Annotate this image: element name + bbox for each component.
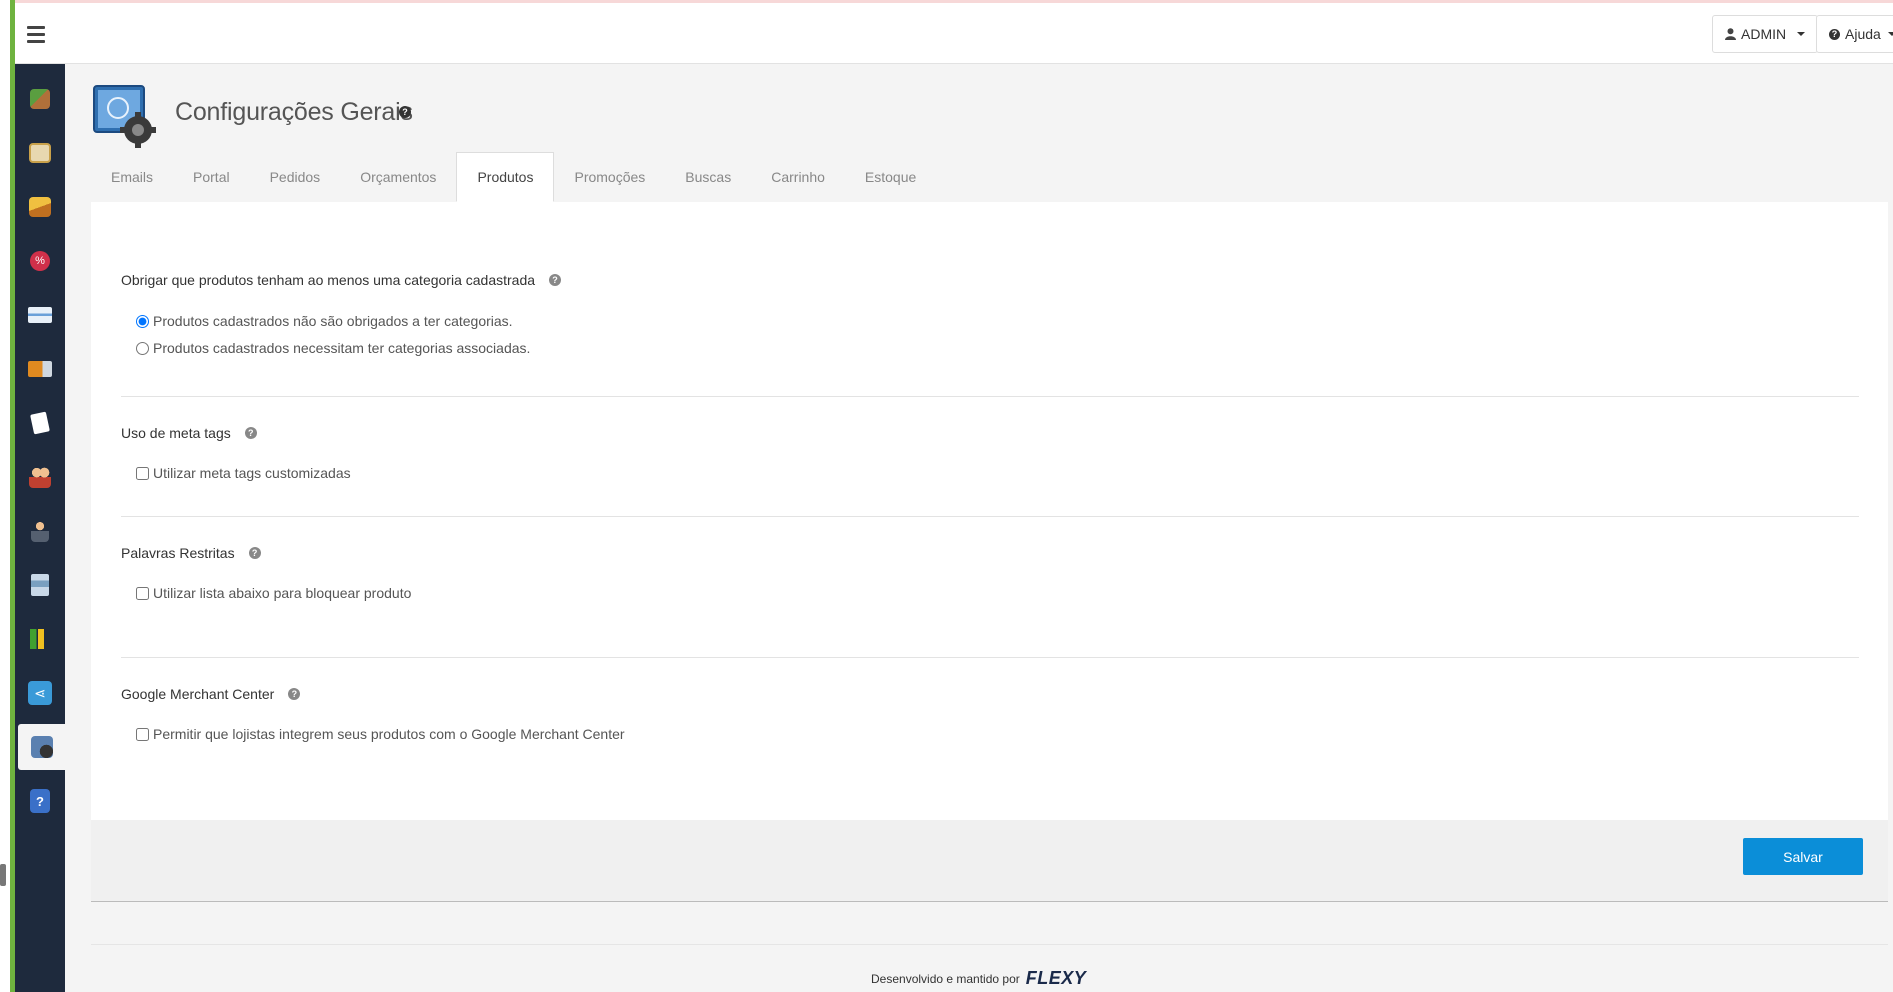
checkbox-option-meta[interactable]: Utilizar meta tags customizadas	[136, 465, 351, 481]
settings-icon	[30, 736, 53, 758]
tab-orcamentos[interactable]: Orçamentos	[340, 152, 456, 202]
top-bar: ADMIN ? Ajuda	[15, 0, 1893, 64]
section-title-merchant: Google Merchant Center ?	[121, 686, 301, 702]
radio-not-required[interactable]	[136, 314, 149, 328]
discount-icon: %	[30, 251, 50, 271]
tab-pedidos[interactable]: Pedidos	[250, 152, 341, 202]
sidebar-item-integrations[interactable]: ⋖	[15, 670, 65, 716]
sidebar-item-system[interactable]	[15, 562, 65, 608]
users-icon	[29, 466, 51, 488]
window-edge	[0, 0, 10, 992]
user-icon	[1725, 28, 1736, 40]
sidebar-item-user[interactable]	[15, 508, 65, 554]
chevron-down-icon	[1797, 32, 1806, 36]
checkbox-option-restricted[interactable]: Utilizar lista abaixo para bloquear prod…	[136, 585, 411, 601]
chart-icon	[30, 629, 50, 649]
radio-option-not-required[interactable]: Produtos cadastrados não são obrigados a…	[136, 313, 513, 329]
sidebar-item-orders[interactable]	[15, 184, 65, 230]
option-label: Produtos cadastrados necessitam ter cate…	[153, 340, 531, 356]
server-icon	[31, 574, 49, 596]
section-label: Obrigar que produtos tenham ao menos uma…	[121, 272, 536, 288]
sidebar-item-reports[interactable]	[15, 616, 65, 662]
divider	[121, 396, 1859, 397]
checkbox-restricted-words[interactable]	[136, 586, 149, 600]
tab-buscas[interactable]: Buscas	[665, 152, 751, 202]
option-label: Permitir que lojistas integrem seus prod…	[153, 726, 625, 742]
divider	[121, 657, 1859, 658]
section-label: Google Merchant Center	[121, 686, 275, 702]
hamburger-menu-button[interactable]	[27, 19, 57, 49]
tab-portal[interactable]: Portal	[173, 152, 250, 202]
option-label: Produtos cadastrados não são obrigados a…	[153, 313, 513, 329]
option-label: Utilizar meta tags customizadas	[153, 465, 351, 481]
credit-text: Desenvolvido e mantido por	[871, 971, 1020, 986]
question-icon: ?	[1829, 28, 1840, 40]
help-label: Ajuda	[1845, 26, 1881, 42]
save-button[interactable]: Salvar	[1743, 838, 1863, 875]
sidebar-item-settings[interactable]	[18, 724, 65, 770]
tab-carrinho[interactable]: Carrinho	[751, 152, 845, 202]
box-icon	[30, 89, 50, 109]
note-icon	[30, 411, 50, 435]
share-icon: ⋖	[28, 681, 52, 705]
help-dropdown[interactable]: ? Ajuda	[1816, 15, 1893, 53]
tab-produtos[interactable]: Produtos	[456, 152, 555, 202]
divider	[91, 944, 1888, 945]
sidebar-item-shipping[interactable]	[15, 346, 65, 392]
option-label: Utilizar lista abaixo para bloquear prod…	[153, 585, 412, 601]
sidebar-item-customers[interactable]	[15, 454, 65, 500]
catalog-icon	[29, 143, 51, 163]
sidebar-item-payments[interactable]	[15, 292, 65, 338]
question-icon[interactable]: ?	[399, 106, 411, 118]
question-icon[interactable]: ?	[549, 274, 562, 286]
help-book-icon: ?	[30, 789, 50, 813]
admin-user-dropdown[interactable]: ADMIN	[1712, 15, 1819, 53]
scroll-handle[interactable]	[0, 864, 6, 886]
question-icon[interactable]: ?	[248, 547, 261, 559]
sidebar-item-catalog[interactable]	[15, 130, 65, 176]
footer-credit: Desenvolvido e mantido por FLEXY	[871, 968, 1086, 989]
section-label: Uso de meta tags	[121, 425, 231, 441]
section-label: Palavras Restritas	[121, 545, 235, 561]
divider	[121, 516, 1859, 517]
page-title: Configurações Gerais	[175, 98, 413, 126]
admin-label: ADMIN	[1741, 26, 1787, 42]
sidebar-item-notes[interactable]	[15, 400, 65, 446]
sidebar: % ⋖ ?	[15, 64, 65, 992]
person-icon	[31, 520, 49, 542]
radio-option-required[interactable]: Produtos cadastrados necessitam ter cate…	[136, 340, 530, 356]
checkbox-merchant-center[interactable]	[136, 727, 149, 741]
section-title-category: Obrigar que produtos tenham ao menos uma…	[121, 272, 562, 288]
section-title-restricted: Palavras Restritas ?	[121, 545, 261, 561]
brand-logo[interactable]: FLEXY	[1026, 968, 1087, 989]
main-content: Configurações Gerais ? Emails Portal Ped…	[65, 64, 1893, 992]
settings-icon	[93, 85, 156, 148]
tab-emails[interactable]: Emails	[91, 152, 173, 202]
sidebar-item-help[interactable]: ?	[15, 778, 65, 824]
section-title-meta: Uso de meta tags ?	[121, 425, 257, 441]
card-icon	[28, 307, 52, 323]
sidebar-item-products[interactable]	[15, 76, 65, 122]
question-icon[interactable]: ?	[244, 427, 257, 439]
chevron-down-icon	[1887, 32, 1893, 36]
question-icon[interactable]: ?	[288, 688, 301, 700]
package-icon	[29, 197, 51, 217]
truck-icon	[28, 361, 52, 377]
tab-bar: Emails Portal Pedidos Orçamentos Produto…	[91, 152, 936, 202]
settings-panel: Obrigar que produtos tenham ao menos uma…	[91, 202, 1888, 820]
form-actions: Salvar	[91, 820, 1888, 902]
tab-estoque[interactable]: Estoque	[845, 152, 936, 202]
tab-promocoes[interactable]: Promoções	[554, 152, 665, 202]
sidebar-item-promotions[interactable]: %	[15, 238, 65, 284]
radio-required[interactable]	[136, 341, 149, 355]
checkbox-meta-tags[interactable]	[136, 466, 149, 480]
checkbox-option-merchant[interactable]: Permitir que lojistas integrem seus prod…	[136, 726, 625, 742]
